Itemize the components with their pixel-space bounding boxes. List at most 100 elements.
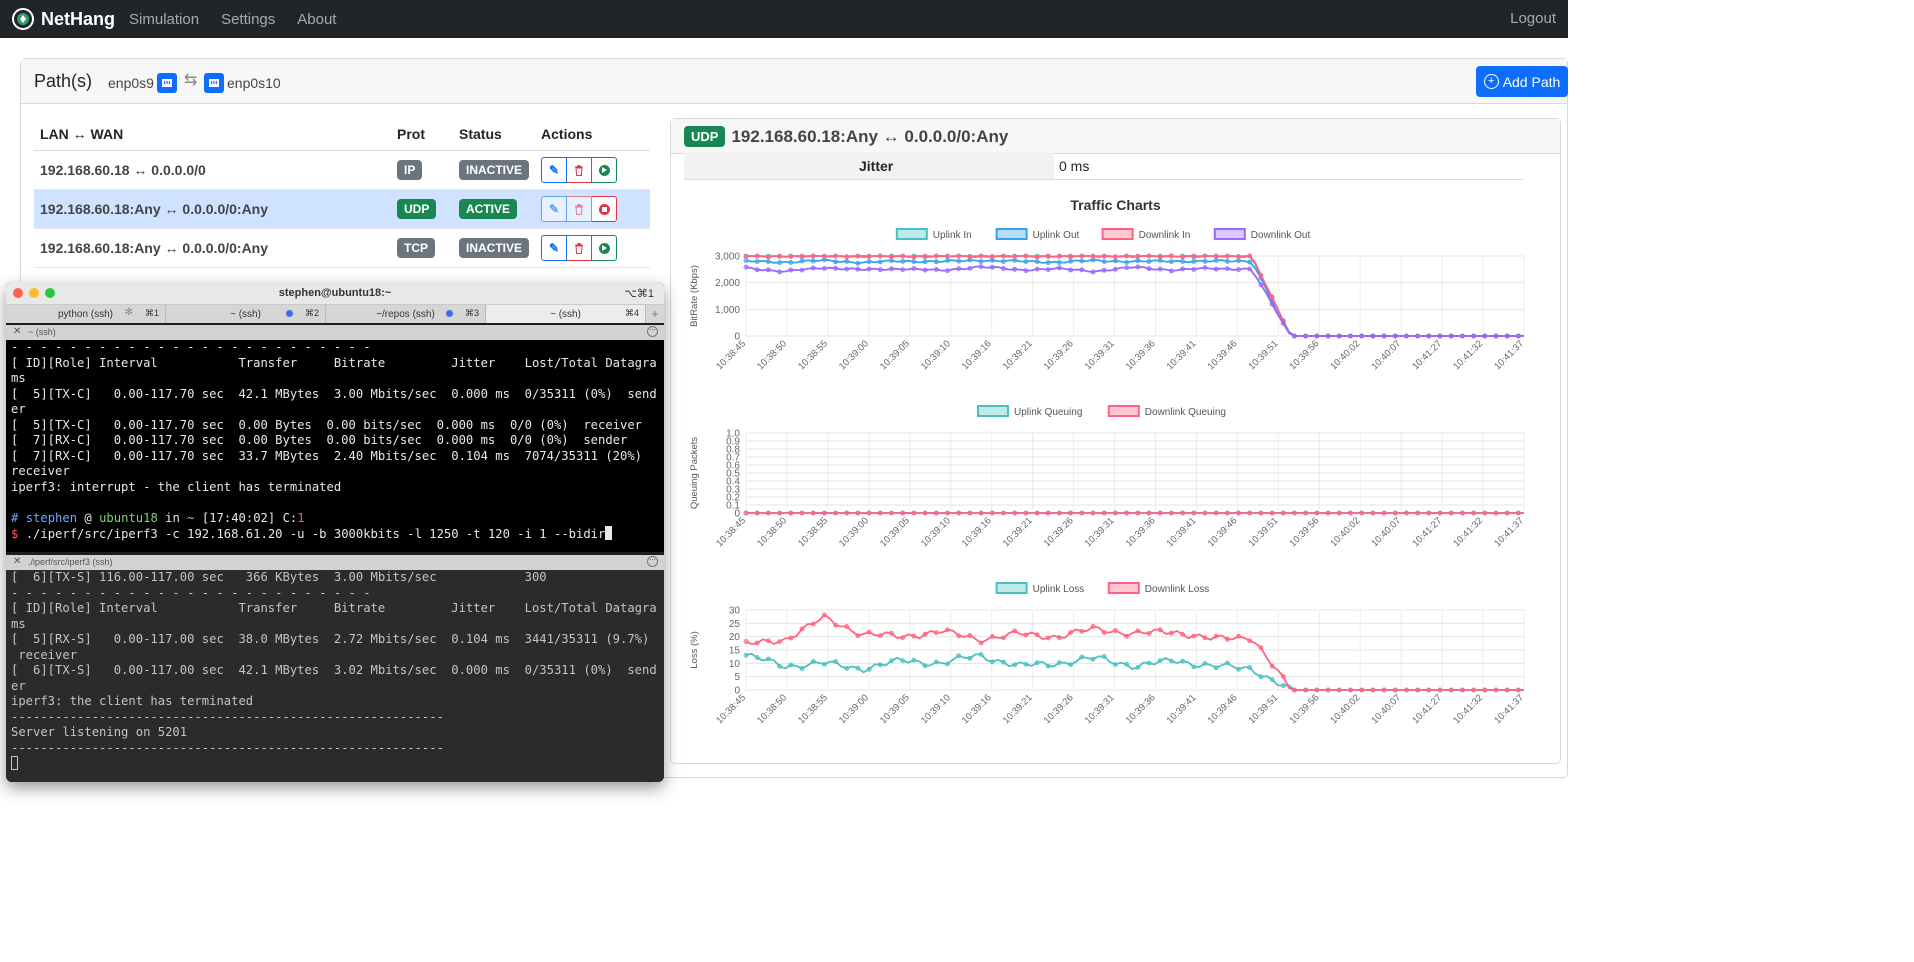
edit-button[interactable]: ✎: [541, 235, 568, 261]
x-tick-label: 10:39:10: [919, 515, 953, 549]
status-badge: ACTIVE: [459, 199, 518, 219]
terminal-tab[interactable]: python (ssh) ✻ ⌘1: [6, 305, 166, 323]
navbar: NetHang Simulation Settings About Logout: [0, 0, 1568, 38]
terminal-line: ms: [11, 616, 26, 631]
add-path-button[interactable]: + Add Path: [1476, 66, 1568, 97]
terminal-tab[interactable]: ~ (ssh) ⌘4: [486, 305, 646, 323]
terminal-titlebar[interactable]: stephen@ubuntu18:~ ⌥⌘1: [6, 282, 664, 305]
pane-menu-icon[interactable]: ⋯: [647, 556, 658, 567]
series-point: [1437, 687, 1443, 693]
stop-button[interactable]: [592, 196, 618, 222]
nethang-logo-icon[interactable]: [11, 7, 35, 31]
terminal-tab[interactable]: ~ (ssh) ⌘2: [166, 305, 326, 323]
series-point: [833, 622, 839, 628]
series-point: [900, 635, 906, 640]
table-row[interactable]: 192.168.60.18:Any ↔ 0.0.0.0/0:Any TCP IN…: [34, 228, 650, 268]
y-tick-label: 3,000: [715, 252, 740, 263]
paths-table: LAN ↔ WAN Prot Status Actions 192.168.60…: [34, 117, 650, 268]
terminal-tab[interactable]: ~/repos (ssh) ⌘3: [326, 305, 486, 323]
series-point: [1247, 266, 1253, 272]
series-point: [1336, 687, 1342, 693]
terminal-window[interactable]: stephen@ubuntu18:~ ⌥⌘1 python (ssh) ✻ ⌘1…: [6, 282, 664, 782]
x-tick-label: 10:39:51: [1247, 515, 1281, 549]
series-point: [1034, 632, 1040, 638]
series-point: [1225, 510, 1230, 516]
start-button[interactable]: [592, 235, 618, 261]
series-point: [743, 253, 749, 259]
terminal-pane-client[interactable]: - - - - - - - - - - - - - - - - - - - - …: [6, 340, 664, 552]
loss-chart: Uplink Loss Downlink Loss30252015105010:3…: [689, 582, 1526, 726]
series-point: [1426, 333, 1432, 339]
series-point: [1202, 265, 1208, 270]
table-row[interactable]: 192.168.60.18:Any ↔ 0.0.0.0/0:Any UDP AC…: [34, 189, 650, 229]
logout-link[interactable]: Logout: [1510, 0, 1556, 38]
close-pane-icon[interactable]: ✕: [13, 326, 21, 337]
delete-button[interactable]: [567, 157, 593, 183]
terminal-command-input[interactable]: ./iperf/src/iperf3 -c 192.168.61.20 -u -…: [26, 527, 606, 541]
series-point: [1292, 333, 1297, 339]
prompt-exit-code: 1: [297, 510, 305, 525]
series-point: [889, 258, 894, 263]
series-point: [967, 254, 973, 260]
terminal-line: [ 5][TX-C] 0.00-117.70 sec 42.1 MBytes 3…: [11, 386, 657, 401]
series-point: [1236, 267, 1241, 272]
series-point: [1359, 687, 1365, 693]
series-point: [1213, 510, 1219, 516]
series-point: [855, 510, 861, 516]
x-tick-label: 10:40:07: [1369, 692, 1403, 726]
terminal-pane-server[interactable]: [ 6][TX-S] 116.00-117.00 sec 366 KBytes …: [6, 570, 664, 782]
x-tick-label: 10:39:56: [1287, 338, 1321, 372]
x-tick-label: 10:39:26: [1042, 338, 1076, 372]
pencil-icon: ✎: [548, 163, 560, 177]
nav-link-settings[interactable]: Settings: [221, 11, 275, 28]
series-point: [1180, 631, 1186, 637]
pane-menu-icon[interactable]: ⋯: [647, 326, 658, 337]
ethernet-icon: [156, 73, 177, 93]
series-point: [1146, 253, 1152, 259]
series-point: [1090, 269, 1096, 275]
series-point: [777, 253, 782, 259]
series-line: [745, 265, 1524, 337]
series-point: [1168, 658, 1174, 664]
legend-swatch: [1107, 582, 1140, 594]
table-row[interactable]: 192.168.60.18 ↔ 0.0.0.0/0 IP INACTIVE ✎: [34, 150, 650, 190]
series-point: [1448, 687, 1454, 693]
delete-button[interactable]: [567, 235, 593, 261]
series-point: [989, 510, 995, 516]
series-point: [1068, 267, 1074, 273]
path-route: 192.168.60.18:Any ↔ 0.0.0.0/0:Any: [34, 228, 391, 268]
nav-link-simulation[interactable]: Simulation: [129, 11, 199, 28]
legend-swatch: [1213, 228, 1246, 240]
start-button[interactable]: [592, 157, 618, 183]
edit-button[interactable]: ✎: [541, 196, 568, 222]
series-point: [1247, 510, 1253, 516]
series-point: [900, 658, 906, 663]
series-point: [1023, 632, 1029, 638]
brand-name[interactable]: NetHang: [41, 9, 115, 30]
series-point: [889, 658, 894, 664]
delete-button[interactable]: [567, 196, 593, 222]
series-point: [1135, 665, 1141, 670]
series-point: [1124, 510, 1130, 516]
nav-link-about[interactable]: About: [297, 11, 336, 28]
series-point: [1202, 510, 1208, 516]
series-point: [967, 655, 973, 661]
series-point: [799, 666, 805, 671]
y-axis-label: Loss (%): [689, 631, 700, 668]
series-point: [1325, 687, 1331, 693]
series-point: [1034, 259, 1040, 264]
new-tab-button[interactable]: +: [646, 305, 664, 323]
edit-button[interactable]: ✎: [541, 157, 568, 183]
series-point: [855, 633, 861, 639]
legend-label: Uplink Out: [1033, 230, 1080, 241]
series-point: [777, 639, 782, 644]
x-tick-label: 10:41:27: [1410, 692, 1444, 726]
series-point: [1437, 333, 1443, 339]
close-pane-icon[interactable]: ✕: [13, 556, 21, 567]
series-point: [1124, 253, 1130, 259]
series-point: [1056, 660, 1062, 665]
series-point: [1056, 265, 1062, 271]
series-point: [866, 629, 872, 635]
series-point: [1001, 266, 1006, 271]
series-point: [1280, 674, 1286, 679]
